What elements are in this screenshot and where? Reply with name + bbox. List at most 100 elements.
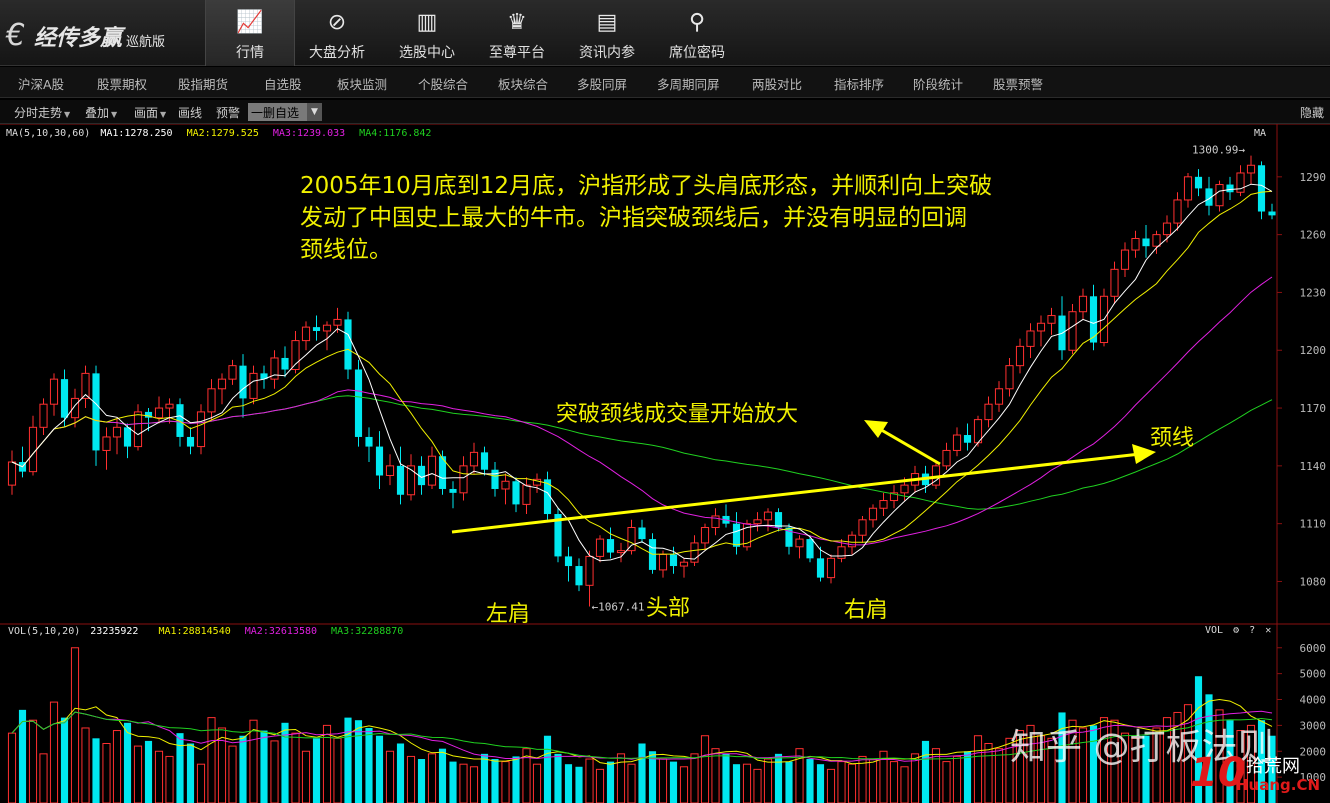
key-icon: ⚲ [688,10,706,35]
menu-item[interactable]: 板块监测 [337,74,387,93]
candle-body [154,407,164,419]
chevron-down-icon: ▼ [160,110,167,119]
hide-button[interactable]: 隐藏 [1300,104,1324,121]
volume-bar [28,719,38,803]
menu-item[interactable]: 股票预警 [993,74,1043,93]
volume-tick-label: 3000 [1300,719,1327,732]
close-icon[interactable]: ✕ [1265,625,1271,636]
volume-bar [333,737,342,803]
volume-bar [638,743,646,803]
chart-area[interactable]: 1290 1260 1230 1200 1170 1140 1110 1080 6000 5000… [0,123,1330,803]
candle-body [826,557,836,579]
toolbar-item[interactable]: 画面 ▼ [134,104,166,121]
toolbar-item[interactable]: 分时走势 ▼ [14,104,70,121]
nav-printer[interactable]: ▤ 资讯内参 [562,0,652,66]
no-sign-icon: ⊘ [327,10,347,35]
candle-body [512,481,520,505]
volume-bar [627,763,636,803]
candle-body [858,519,867,536]
candle-body [239,365,247,399]
menu-item[interactable]: 个股综合 [418,74,468,93]
candle-body [806,539,814,559]
menu-item[interactable]: 自选股 [264,74,302,93]
volume-bar [7,732,17,803]
candle-body [1110,268,1119,297]
candle-body [994,388,1004,405]
volume-bar [438,748,447,803]
nav-no-sign[interactable]: ⊘ 大盘分析 [292,0,382,66]
candle-body [1142,238,1150,247]
annotation-right-shoulder: 右肩 [844,598,889,623]
toolbar-item-label: 画线 [178,106,203,120]
volume-bar [679,766,689,803]
menu-item[interactable]: 阶段统计 [913,74,963,93]
candle-body [1047,315,1056,324]
candle-body [301,326,311,342]
toolbar-item[interactable]: 预警 [216,104,240,121]
candle-body [217,378,227,390]
volume-bar [774,753,783,803]
volume-bar [501,761,510,803]
candle-body [375,446,384,476]
menu-item[interactable]: 多股同屏 [577,74,627,93]
candle-body [638,527,646,540]
candle-body [1015,345,1025,367]
price-tick-label: 1260 [1300,229,1327,242]
volume-bar [144,740,153,803]
candle-body [459,465,468,494]
help-icon[interactable]: ? [1249,625,1255,636]
watchlist-select[interactable]: 一删自选 ▼ [248,103,322,121]
volume-legend-label: VOL(5,10,20) [8,626,81,637]
candle-body [627,527,636,552]
volume-bar [165,755,174,803]
candle-body [449,488,457,493]
volume-bar [260,730,268,803]
volume-bar [375,735,384,803]
candle-body [228,365,237,380]
menu-item[interactable]: 股票期权 [97,74,147,93]
volume-bar [385,750,395,803]
gear-icon[interactable]: ⚙ [1233,625,1239,636]
low-price-label: ←1067.41 [592,601,645,614]
annotation-head: 头部 [646,596,691,621]
menu-item[interactable]: 指标排序 [834,74,884,93]
nav-label: 选股中心 [399,45,455,61]
menu-item[interactable]: 沪深A股 [18,74,64,93]
annotation-main-text: 2005年10月底到12月底，沪指形成了头肩底形态，并顺利向上突破 发动了中国史… [300,170,992,266]
volume-bar [921,740,930,803]
nav-bar-chart[interactable]: ▥ 选股中心 [382,0,472,66]
toolbar-item-label: 分时走势 [14,106,63,120]
volume-bar [459,763,468,803]
volume-bar [354,720,363,803]
candle-body [1078,295,1088,313]
top-app-bar: € 经传多赢 巡航版 📈 行情 ⊘ 大盘分析 ▥ 选股中心 ♛ 至尊平台 ▤ 资讯内参 ⚲ 席位密码 [0,0,1330,66]
volume-panel-indicator-label: VOL [1205,625,1224,636]
candle-body [679,561,689,567]
menu-item[interactable]: 板块综合 [498,74,548,93]
candle-body [669,554,678,567]
candle-body [491,469,499,489]
candle-body [28,426,38,473]
price-legend: MA(5,10,30,60) MA1:1278.250 MA2:1279.525… [6,128,431,139]
menu-item[interactable]: 股指期货 [178,74,228,93]
nav-crown[interactable]: ♛ 至尊平台 [472,0,562,66]
candle-body [1131,237,1140,251]
toolbar-item[interactable]: 画线 [178,104,202,121]
nav-key[interactable]: ⚲ 席位密码 [652,0,742,66]
candle-body [1215,184,1224,207]
candle-body [39,403,48,428]
candle-body [837,546,846,559]
menu-item[interactable]: 多周期同屏 [657,74,720,93]
candle-body [732,523,741,547]
volume-bar [616,753,626,803]
toolbar-item[interactable]: 叠加 ▼ [85,104,117,121]
volume-bar [249,719,258,803]
volume-bar [39,753,48,803]
nav-trend-chart[interactable]: 📈 行情 [205,0,295,66]
price-tick-label: 1140 [1300,460,1327,473]
candle-body [1173,199,1182,224]
price-tick-label: 1290 [1300,171,1327,184]
chevron-down-icon[interactable]: ▼ [307,103,322,121]
menu-item[interactable]: 两股对比 [752,74,802,93]
volume-bar [690,753,699,803]
